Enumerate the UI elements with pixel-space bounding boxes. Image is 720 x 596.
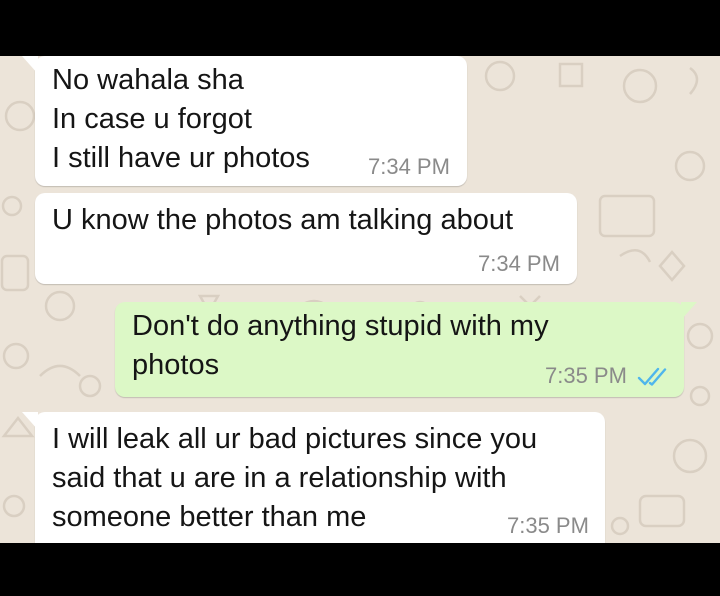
- message-text-line: I still have ur photos: [52, 142, 310, 174]
- bubble-tail: [681, 302, 697, 320]
- message-text-line: someone better than me: [52, 501, 367, 533]
- chat-screen: No wahala sha In case u forgot I still h…: [0, 0, 720, 596]
- outgoing-message-bubble[interactable]: Don't do anything stupid with my photos …: [115, 302, 697, 397]
- message-text-line: I will leak all ur bad pictures since yo…: [52, 423, 538, 455]
- message-timestamp: 7:35 PM: [507, 513, 589, 538]
- message-timestamp: 7:35 PM: [545, 363, 627, 388]
- bubble-tail: [22, 56, 38, 74]
- double-check-read-icon: [637, 367, 667, 386]
- message-timestamp: 7:34 PM: [368, 154, 450, 179]
- bubble-tail: [22, 412, 38, 430]
- message-text-line: In case u forgot: [52, 103, 252, 135]
- message-text-line: said that u are in a relationship with: [52, 462, 507, 494]
- chat-conversation-area[interactable]: No wahala sha In case u forgot I still h…: [0, 56, 720, 543]
- message-text-line: photos: [132, 349, 220, 381]
- incoming-message-bubble[interactable]: U know the photos am talking about 7:34 …: [35, 193, 577, 284]
- incoming-message-bubble[interactable]: No wahala sha In case u forgot I still h…: [22, 56, 467, 186]
- message-timestamp: 7:34 PM: [478, 251, 560, 276]
- message-text-line: No wahala sha: [52, 64, 244, 96]
- message-text-line: U know the photos am talking about: [52, 204, 514, 236]
- message-text-line: Don't do anything stupid with my: [132, 310, 549, 342]
- incoming-message-bubble[interactable]: I will leak all ur bad pictures since yo…: [22, 412, 605, 543]
